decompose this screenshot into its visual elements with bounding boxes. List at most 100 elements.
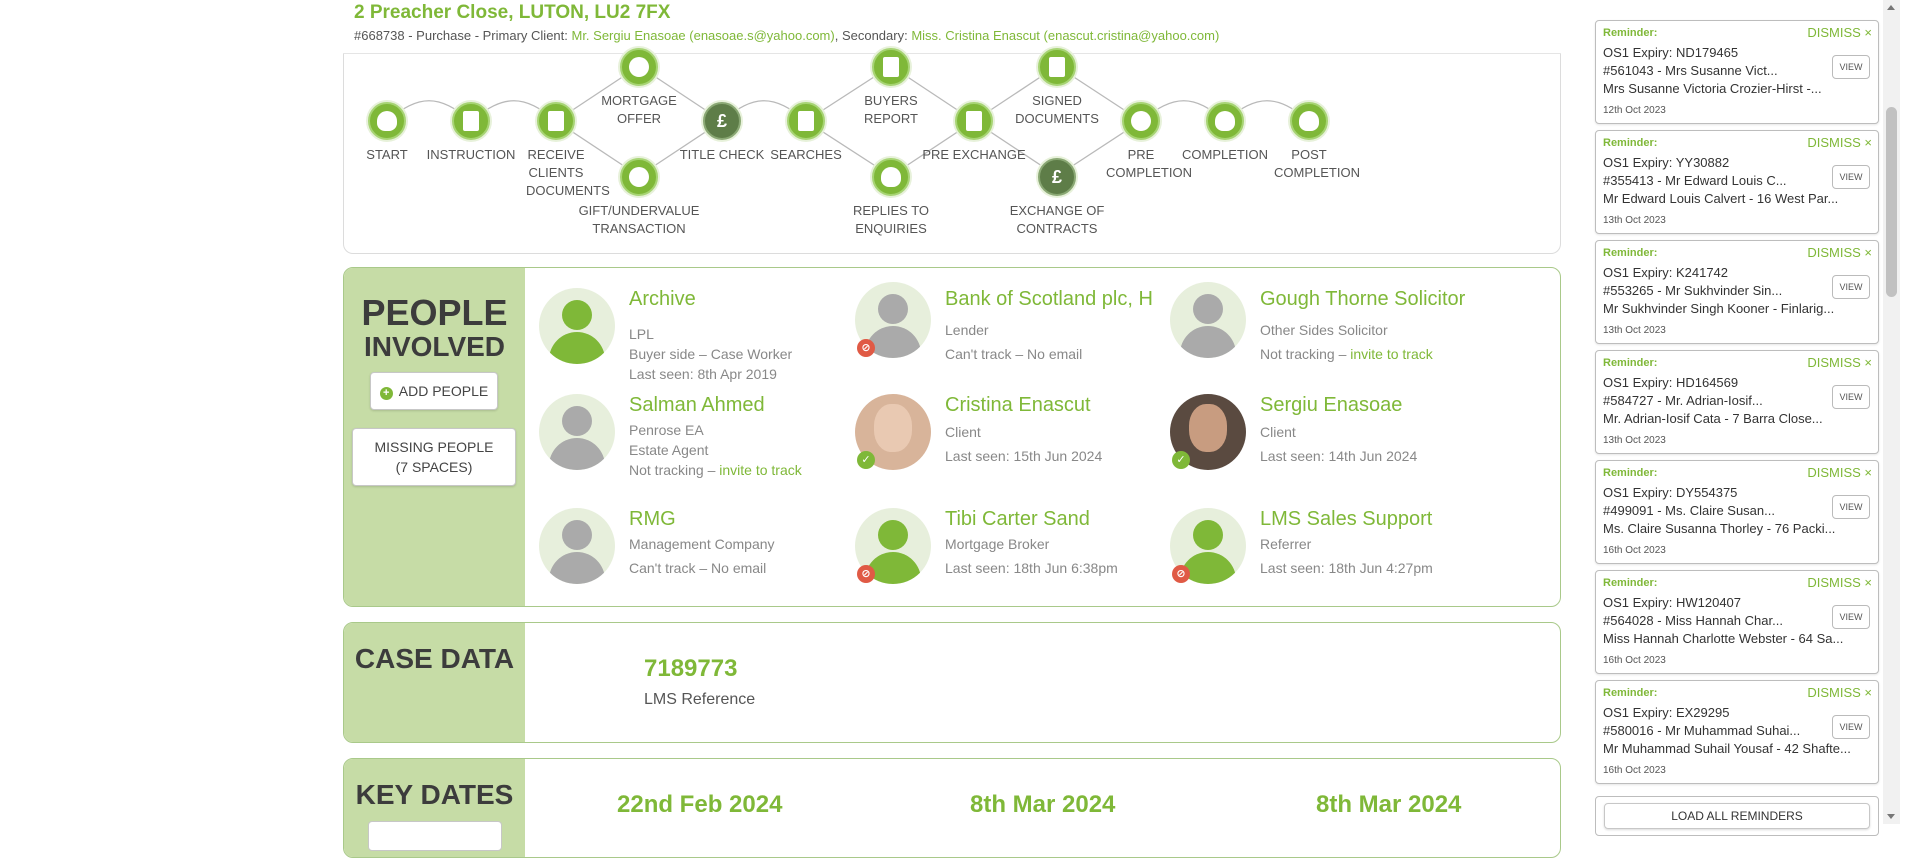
reminder-date: 16th Oct 2023 (1603, 545, 1666, 556)
document-icon (537, 102, 575, 140)
reminder-detail: Ms. Claire Susanna Thorley - 76 Packi... (1603, 521, 1836, 536)
reminder-date: 12th Oct 2023 (1603, 105, 1666, 116)
person-card[interactable]: RMG Management Company Can't track – No … (539, 508, 849, 606)
secondary-client-link[interactable]: Miss. Cristina Enascut (enascut.cristina… (911, 28, 1219, 43)
pound-icon: £ (1038, 158, 1076, 196)
person-card[interactable]: ✓ Sergiu Enasoae Client Last seen: 14th … (1170, 394, 1480, 494)
dismiss-button[interactable]: DISMISS × (1807, 575, 1872, 590)
person-card[interactable]: ⊘ LMS Sales Support Referrer Last seen: … (1170, 508, 1480, 606)
step-label: PRE EXCHANGE (922, 147, 1026, 162)
step-label: MORTGAGE OFFER (601, 93, 677, 126)
person-status: Last seen: 14th Jun 2024 (1260, 448, 1418, 464)
person-status: Not tracking – invite to track (1260, 346, 1433, 362)
reminder-case: #580016 - Mr Muhammad Suhai... (1603, 723, 1801, 738)
missing-people-button[interactable]: MISSING PEOPLE (7 SPACES) (352, 428, 516, 486)
missing-people-count: (7 SPACES) (395, 459, 473, 475)
dismiss-button[interactable]: DISMISS × (1807, 135, 1872, 150)
key-date: 8th Mar 2024 (970, 791, 1116, 818)
page-scrollbar[interactable] (1883, 0, 1900, 824)
person-role: Mortgage Broker (945, 536, 1050, 552)
step-label: GIFT/UNDERVALUE TRANSACTION (578, 203, 700, 236)
key-dates-title: KEY DATES (355, 779, 514, 810)
step-label: EXCHANGE OF CONTRACTS (1009, 203, 1105, 236)
person-card[interactable]: ✓ Cristina Enascut Client Last seen: 15t… (855, 394, 1165, 494)
reminder-card: Reminder: DISMISS × OS1 Expiry: ND179465… (1595, 20, 1879, 124)
step-label: REPLIES TO ENQUIRIES (852, 203, 930, 236)
people-title-small: INVOLVED (363, 331, 506, 362)
person-card[interactable]: Salman Ahmed Penrose EA Estate Agent Not… (539, 394, 849, 494)
reminder-title: OS1 Expiry: YY30882 (1603, 155, 1730, 170)
view-button[interactable]: VIEW (1832, 605, 1870, 629)
status-text: Not tracking – (629, 462, 720, 478)
person-card[interactable]: ⊘ Tibi Carter Sand Mortgage Broker Last … (855, 508, 1165, 606)
reminder-title: OS1 Expiry: HW120407 (1603, 595, 1742, 610)
person-name[interactable]: Sergiu Enasoae (1260, 394, 1480, 417)
avatar (1170, 282, 1246, 358)
no-tracking-icon: ⊘ (1172, 565, 1190, 583)
primary-client-link[interactable]: Mr. Sergiu Enasoae (enasoae.s@yahoo.com) (571, 28, 834, 43)
person-name[interactable]: Archive (629, 288, 849, 311)
key-date: 8th Mar 2024 (1316, 791, 1462, 818)
dismiss-button[interactable]: DISMISS × (1807, 25, 1872, 40)
invite-to-track-link[interactable]: invite to track (719, 462, 801, 478)
view-button[interactable]: VIEW (1832, 495, 1870, 519)
document-icon (955, 102, 993, 140)
person-name[interactable]: Gough Thorne Solicitor (1260, 288, 1480, 311)
reminder-label: Reminder: (1603, 247, 1658, 259)
person-name[interactable]: LMS Sales Support (1260, 508, 1480, 531)
person-card[interactable]: ⊘ Bank of Scotland plc, H Lender Can't t… (855, 282, 1165, 382)
person-role: Client (945, 424, 981, 440)
step-label: SIGNED DOCUMENTS (1015, 93, 1099, 126)
person-name[interactable]: RMG (629, 508, 849, 531)
view-button[interactable]: VIEW (1832, 275, 1870, 299)
view-button[interactable]: VIEW (1832, 165, 1870, 189)
reminder-label: Reminder: (1603, 137, 1658, 149)
reminder-card: Reminder: DISMISS × OS1 Expiry: YY30882 … (1595, 130, 1879, 234)
dog-icon (368, 102, 406, 140)
document-icon (1038, 48, 1076, 86)
key-dates-button[interactable] (368, 821, 502, 851)
reminder-card: Reminder: DISMISS × OS1 Expiry: HD164569… (1595, 350, 1879, 454)
reminder-label: Reminder: (1603, 467, 1658, 479)
load-all-container: LOAD ALL REMINDERS (1595, 796, 1879, 836)
person-role: Client (1260, 424, 1296, 440)
scroll-up-arrow-icon[interactable] (1887, 5, 1895, 10)
view-button[interactable]: VIEW (1832, 55, 1870, 79)
scrollbar-thumb[interactable] (1886, 107, 1897, 297)
case-data-panel: CASE DATA 7189773 LMS Reference (343, 622, 1561, 743)
reminder-case: #499091 - Ms. Claire Susan... (1603, 503, 1775, 518)
person-name[interactable]: Bank of Scotland plc, H (945, 288, 1165, 311)
lms-reference-value: 7189773 (644, 655, 738, 682)
load-all-reminders-button[interactable]: LOAD ALL REMINDERS (1604, 803, 1870, 829)
person-name[interactable]: Cristina Enascut (945, 394, 1165, 417)
person-card[interactable]: Archive LPL Buyer side – Case Worker Las… (539, 288, 849, 388)
reminder-date: 13th Oct 2023 (1603, 435, 1666, 446)
step-label: RECEIVE CLIENTS DOCUMENTS (526, 147, 610, 198)
dismiss-button[interactable]: DISMISS × (1807, 355, 1872, 370)
scroll-down-arrow-icon[interactable] (1887, 814, 1895, 819)
reminder-case: #553265 - Mr Sukhvinder Sin... (1603, 283, 1783, 298)
chat-icon (620, 158, 658, 196)
reminder-title: OS1 Expiry: DY554375 (1603, 485, 1738, 500)
view-button[interactable]: VIEW (1832, 385, 1870, 409)
no-tracking-icon: ⊘ (857, 339, 875, 357)
person-card[interactable]: Gough Thorne Solicitor Other Sides Solic… (1170, 282, 1480, 382)
invite-to-track-link[interactable]: invite to track (1350, 346, 1432, 362)
person-name[interactable]: Tibi Carter Sand (945, 508, 1165, 531)
chat-icon (620, 48, 658, 86)
avatar (539, 508, 615, 584)
dismiss-button[interactable]: DISMISS × (1807, 685, 1872, 700)
dismiss-button[interactable]: DISMISS × (1807, 245, 1872, 260)
view-button[interactable]: VIEW (1832, 715, 1870, 739)
reminder-case: #561043 - Mrs Susanne Vict... (1603, 63, 1778, 78)
person-role: Buyer side – Case Worker (629, 346, 793, 362)
reminder-date: 16th Oct 2023 (1603, 655, 1666, 666)
add-people-button[interactable]: + ADD PEOPLE (370, 372, 498, 410)
dismiss-button[interactable]: DISMISS × (1807, 465, 1872, 480)
dog-icon (1290, 102, 1328, 140)
case-subtitle: #668738 - Purchase - Primary Client: Mr.… (354, 28, 1219, 43)
key-date: 22nd Feb 2024 (617, 791, 783, 818)
people-sidebar: PEOPLE INVOLVED + ADD PEOPLE MISSING PEOP… (344, 268, 525, 606)
person-status: Last seen: 8th Apr 2019 (629, 366, 777, 382)
person-name[interactable]: Salman Ahmed (629, 394, 849, 417)
